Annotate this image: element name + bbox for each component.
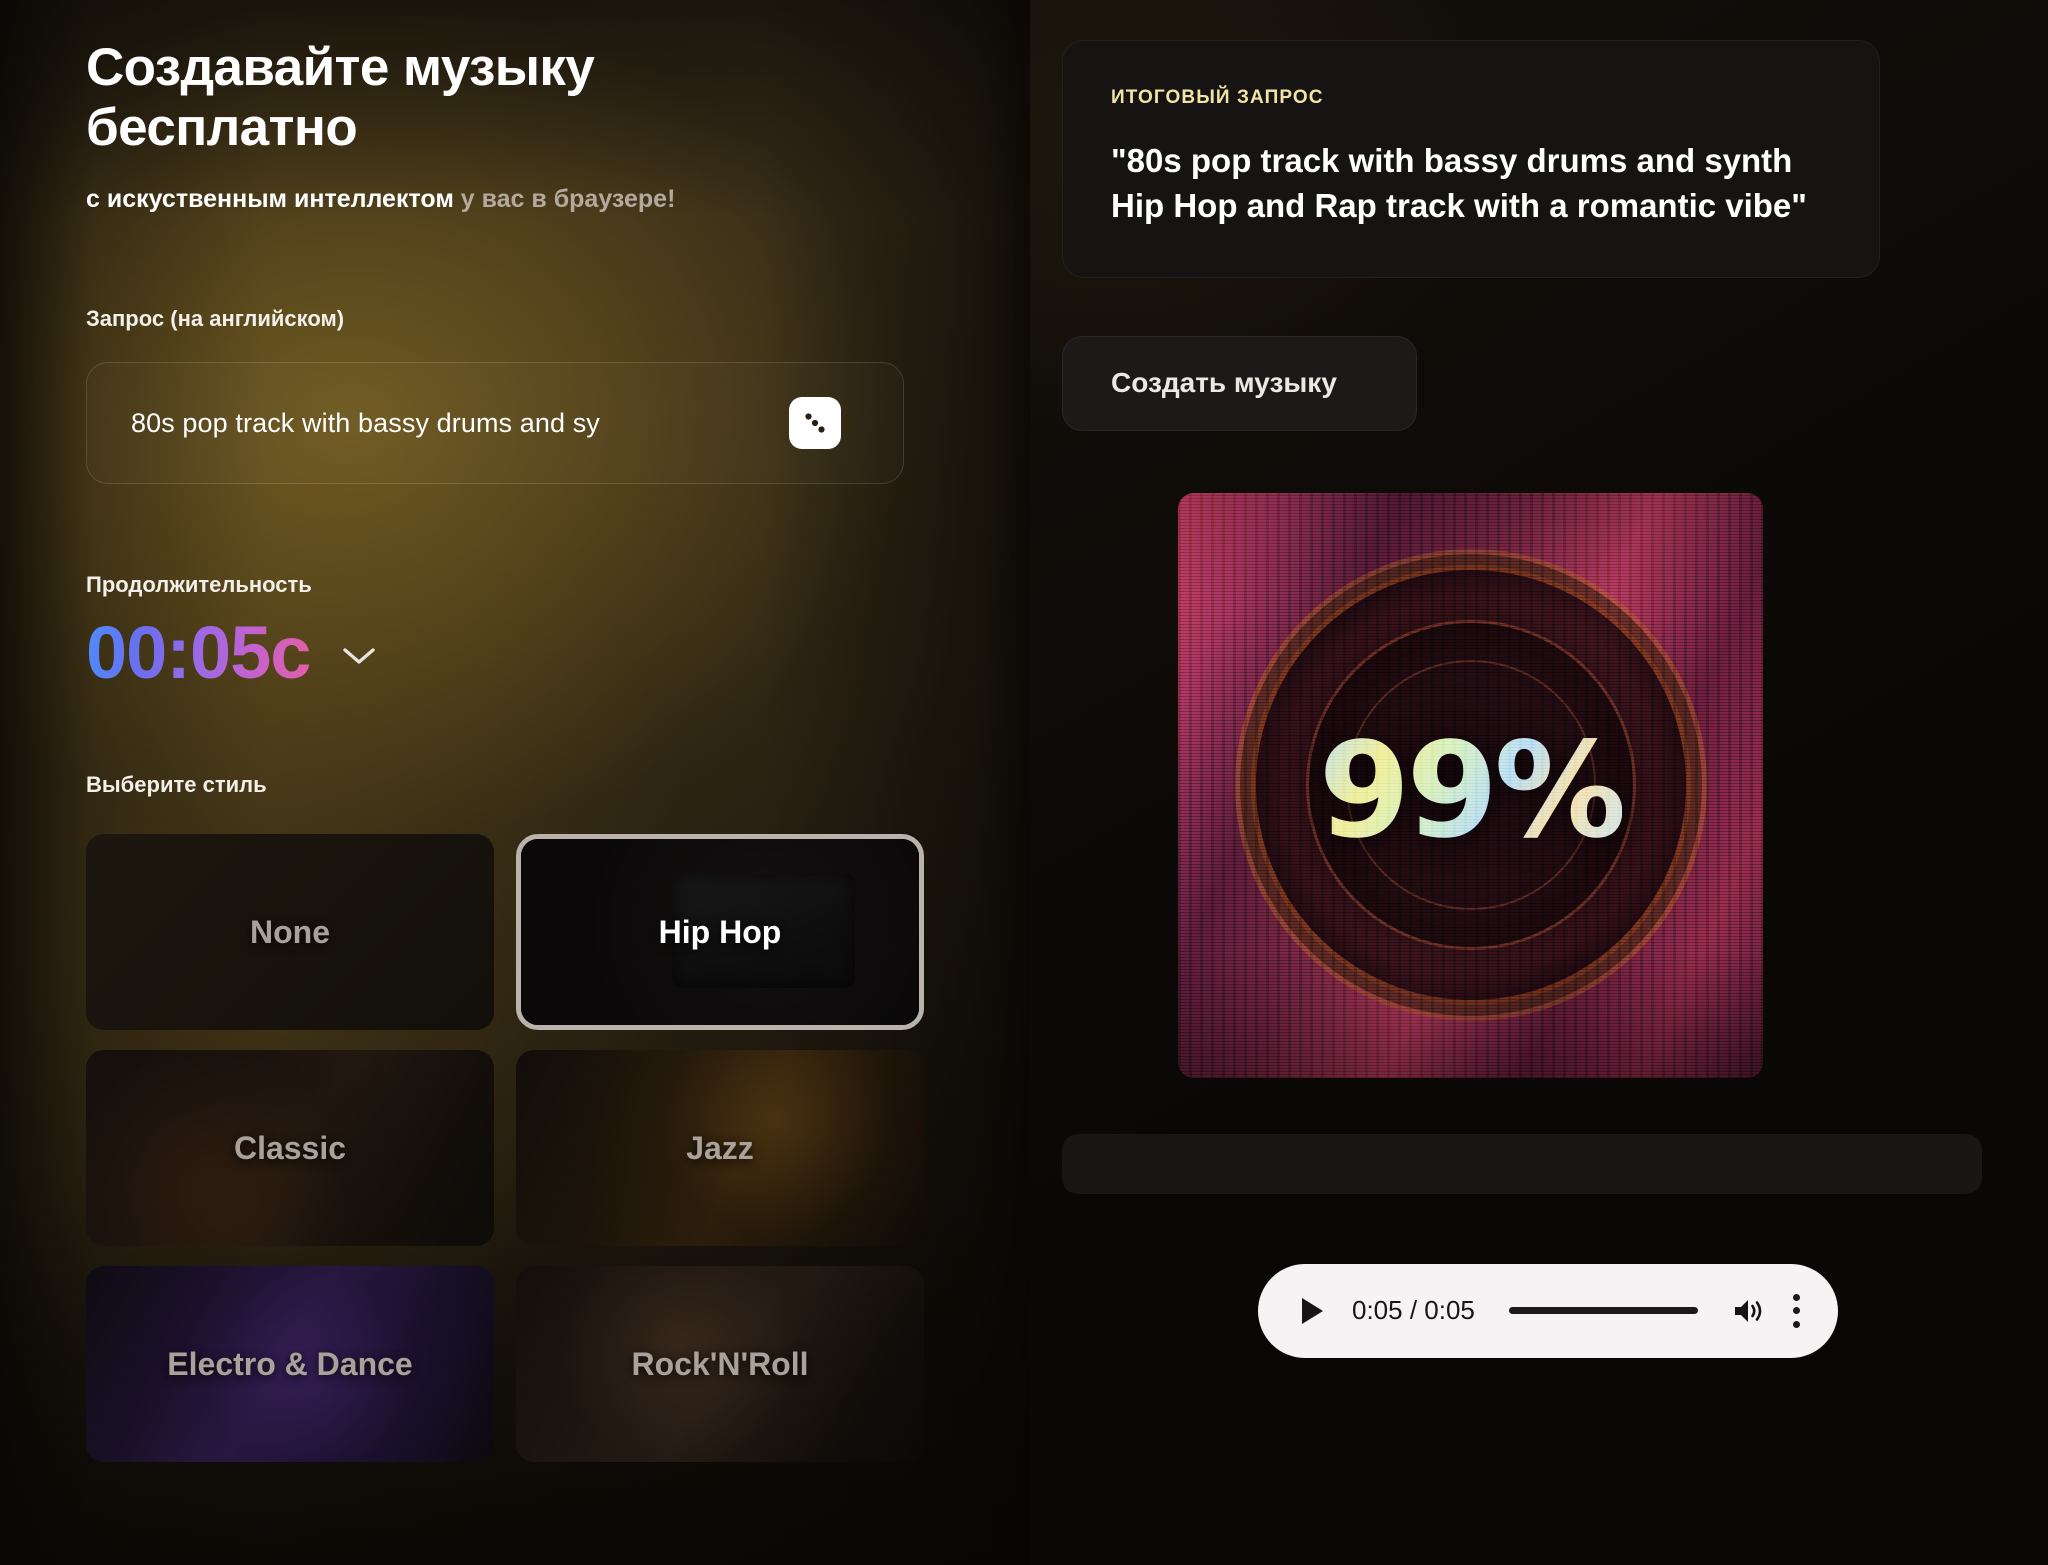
right-panel: ИТОГОВЫЙ ЗАПРОС "80s pop track with bass… (1030, 0, 2048, 1565)
style-tile-jazz[interactable]: Jazz (516, 1050, 924, 1247)
prompt-section: Запрос (на английском) 80s pop track wit… (86, 306, 1030, 485)
left-panel: Создавайте музыку бесплатно с искуственн… (0, 0, 1030, 1565)
create-music-button-label: Создать музыку (1111, 367, 1337, 399)
subtitle-strong: с искуственным интеллектом (86, 184, 454, 213)
subtitle-dim: у вас в браузере! (460, 184, 676, 213)
style-tile-label: Electro & Dance (167, 1345, 413, 1382)
volume-high-icon[interactable] (1732, 1296, 1766, 1326)
music-generator-page: Создавайте музыку бесплатно с искуственн… (0, 0, 2048, 1565)
style-grid: None Hip Hop Classic Jazz Electro & Danc… (86, 834, 926, 1463)
dice-icon[interactable] (789, 397, 841, 450)
kebab-menu-icon[interactable] (1792, 1293, 1800, 1328)
audio-progress-bar[interactable] (1508, 1307, 1698, 1315)
prompt-label: Запрос (на английском) (86, 306, 345, 332)
style-tile-label: Classic (233, 1129, 347, 1166)
generation-placeholder-bar (1062, 1133, 1982, 1194)
duration-value[interactable]: 00:05с (86, 616, 311, 690)
chevron-down-icon[interactable] (340, 644, 378, 673)
style-tile-electro-and-dance[interactable]: Electro & Dance (86, 1266, 494, 1463)
style-tile-label: Hip Hop (658, 913, 782, 950)
style-tile-label: None (250, 913, 330, 950)
artwork-edge-shadow (1178, 492, 1763, 1078)
final-prompt-text: "80s pop track with bassy drums and synt… (1111, 142, 1807, 224)
style-tile-classic[interactable]: Classic (86, 1050, 494, 1247)
audio-time-display: 0:05 / 0:05 (1352, 1295, 1475, 1326)
final-prompt-kicker: ИТОГОВЫЙ ЗАПРОС (1111, 87, 1324, 108)
style-tile-label: Jazz (686, 1129, 754, 1166)
page-title: Создавайте музыку бесплатно (86, 38, 595, 158)
style-tile-rock-n-roll[interactable]: Rock'N'Roll (516, 1266, 924, 1463)
album-artwork: 99% (1178, 492, 1763, 1078)
play-icon[interactable] (1298, 1296, 1326, 1326)
prompt-input-value[interactable]: 80s pop track with bassy drums and sy (87, 408, 787, 439)
create-music-button[interactable]: Создать музыку (1062, 335, 1417, 431)
style-section: Выберите стиль None Hip Hop Classic Jazz… (86, 772, 1030, 1463)
style-tile-label: Rock'N'Roll (631, 1345, 809, 1382)
kebab-dot (1792, 1293, 1800, 1301)
duration-label: Продолжительность (86, 572, 312, 598)
style-tile-none[interactable]: None (86, 834, 494, 1031)
style-tile-hip-hop[interactable]: Hip Hop (516, 834, 924, 1031)
duration-selector[interactable]: 00:05с (86, 616, 1030, 690)
page-subtitle: с искуственным интеллектом у вас в брауз… (86, 183, 746, 217)
prompt-input[interactable]: 80s pop track with bassy drums and sy (86, 362, 904, 485)
kebab-dot (1792, 1307, 1800, 1315)
duration-section: Продолжительность 00:05с (86, 572, 1030, 690)
kebab-dot (1792, 1320, 1800, 1328)
final-prompt-card: ИТОГОВЫЙ ЗАПРОС "80s pop track with bass… (1062, 40, 1880, 278)
style-label: Выберите стиль (86, 772, 267, 798)
audio-player[interactable]: 0:05 / 0:05 (1258, 1263, 1838, 1358)
